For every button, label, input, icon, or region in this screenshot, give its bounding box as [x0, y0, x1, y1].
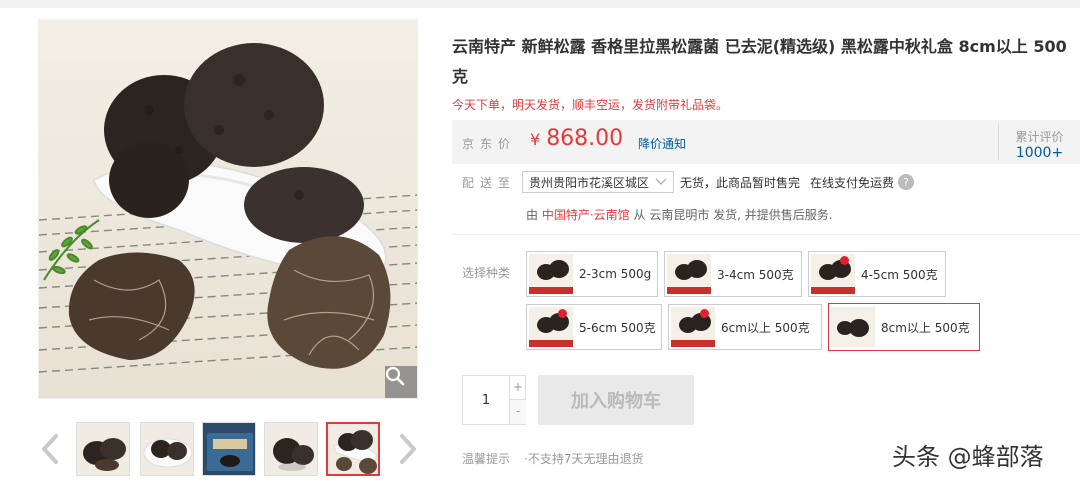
variant-option-1[interactable]: 2-3cm 500g: [526, 251, 658, 297]
variant-thumbnail: [529, 254, 573, 294]
add-to-cart-button[interactable]: 加入购物车: [538, 375, 694, 425]
zoom-icon: [385, 366, 405, 386]
variant-thumbnail: [811, 254, 855, 294]
rating-count[interactable]: 1000+: [999, 145, 1080, 161]
currency-symbol: ¥: [530, 130, 541, 149]
store-link[interactable]: 中国特产·云南馆: [542, 208, 630, 222]
seller-suffix: 从 云南昆明市 发货, 并提供售后服务.: [633, 208, 833, 222]
chevron-right-icon[interactable]: [394, 432, 420, 466]
thumbnail-2[interactable]: [140, 422, 194, 476]
seller-info: 由 中国特产·云南馆 从 云南昆明市 发货, 并提供售后服务.: [526, 206, 833, 223]
thumbnail-strip: [38, 420, 420, 478]
chevron-down-icon: [655, 178, 667, 185]
price: ¥868.00: [530, 126, 623, 151]
address-select[interactable]: 贵州贵阳市花溪区城区: [522, 171, 675, 193]
variant-label-text: 6cm以上 500克: [721, 320, 810, 335]
variant-label-text: 4-5cm 500克: [861, 267, 938, 282]
variant-option-3[interactable]: 4-5cm 500克: [808, 251, 946, 297]
variant-option-2[interactable]: 3-4cm 500克: [664, 251, 802, 297]
variant-thumbnail: [667, 254, 711, 294]
product-title: 云南特产 新鲜松露 香格里拉黑松露菌 已去泥(精选级) 黑松露中秋礼盒 8cm以…: [452, 37, 1067, 86]
variant-label: 选择种类: [462, 266, 511, 280]
delivery-row: 配送至 贵州贵阳市花溪区城区 无货，此商品暂时售完 在线支付免运费 ?: [462, 170, 915, 194]
price-box: 京东价 ¥868.00 降价通知 累计评价 1000+: [452, 120, 1080, 164]
rating-label: 累计评价: [1015, 130, 1064, 144]
quantity-increase-button[interactable]: +: [509, 376, 526, 400]
variant-label-text: 5-6cm 500克: [579, 320, 656, 335]
variant-label-text: 2-3cm 500g: [579, 267, 652, 281]
thumbnail-3[interactable]: [202, 422, 256, 476]
divider: [452, 234, 1080, 235]
tips-label: 温馨提示: [462, 452, 511, 466]
truffle-photo: [39, 43, 417, 373]
thumbnail-4[interactable]: [264, 422, 318, 476]
help-icon[interactable]: ?: [898, 174, 915, 190]
tips-row: 温馨提示 ·不支持7天无理由退货: [462, 450, 643, 467]
price-notify-link[interactable]: 降价通知: [638, 135, 686, 152]
watermark: 头条 @蜂部落: [892, 443, 1044, 471]
variant-thumbnail: [831, 307, 875, 347]
variant-option-5[interactable]: 6cm以上 500克: [668, 304, 822, 350]
top-bar: [0, 0, 1080, 8]
quantity-decrease-button[interactable]: -: [509, 400, 526, 424]
seller-prefix: 由: [526, 208, 539, 222]
variant-label-text: 8cm以上 500克: [881, 320, 970, 335]
variant-label-text: 3-4cm 500克: [717, 267, 794, 282]
variant-option-4[interactable]: 5-6cm 500克: [526, 304, 662, 350]
rating-summary[interactable]: 累计评价 1000+: [998, 124, 1080, 161]
quantity-stepper: + -: [462, 375, 526, 425]
chevron-left-icon[interactable]: [38, 432, 64, 466]
zoom-button[interactable]: [385, 366, 417, 398]
quantity-input[interactable]: [463, 376, 509, 424]
variant-option-6-selected[interactable]: 8cm以上 500克: [828, 303, 980, 351]
promo-text: 今天下单，明天发货，顺丰空运，发货附带礼品袋。: [452, 98, 729, 112]
variant-thumbnail: [529, 307, 573, 347]
thumbnail-1[interactable]: [76, 422, 130, 476]
address-value: 贵州贵阳市花溪区城区: [529, 175, 650, 190]
variant-thumbnail: [671, 307, 715, 347]
delivery-label: 配送至: [462, 175, 517, 190]
tip-no-return: ·不支持7天无理由退货: [524, 452, 644, 466]
thumbnail-5-active[interactable]: [326, 422, 380, 476]
main-product-image[interactable]: [38, 19, 418, 399]
free-shipping-text: 在线支付免运费: [810, 175, 895, 190]
price-label: 京东价: [462, 137, 517, 151]
price-value: 868.00: [546, 126, 624, 151]
stock-status: 无货，此商品暂时售完: [680, 175, 801, 190]
